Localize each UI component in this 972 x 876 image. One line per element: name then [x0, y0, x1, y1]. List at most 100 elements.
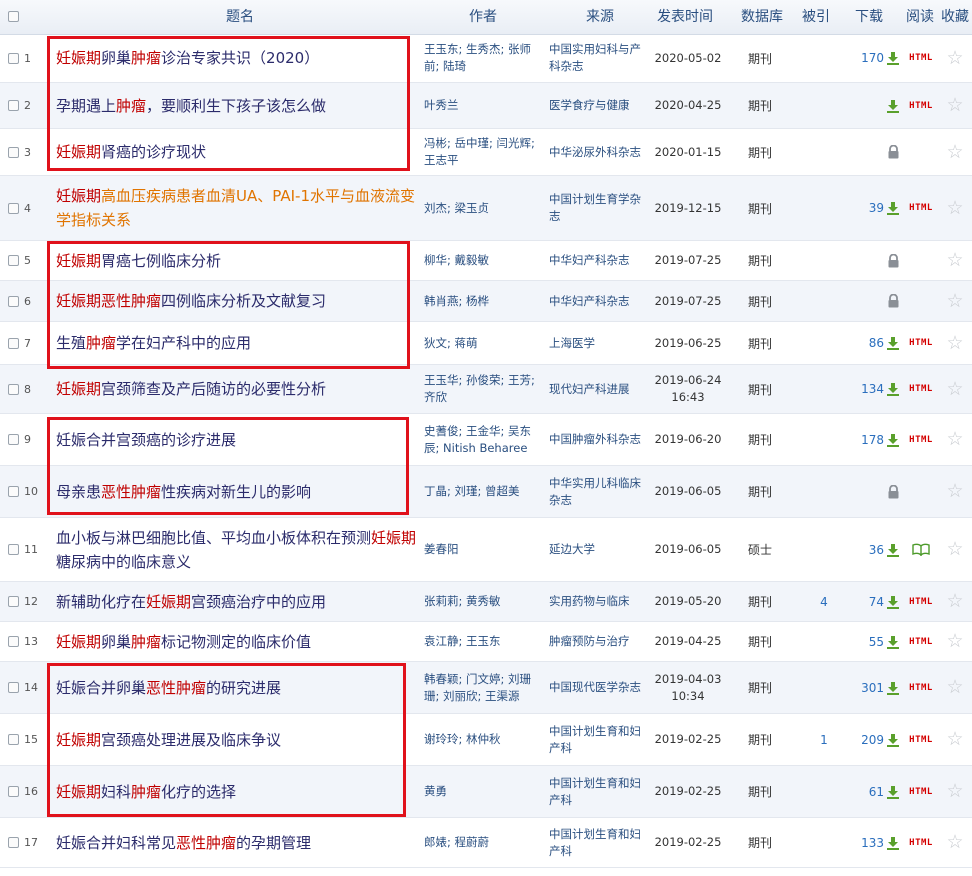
author-links[interactable]: 姜春阳: [424, 541, 459, 558]
row-checkbox[interactable]: [8, 596, 19, 607]
favorite-star-icon[interactable]: ☆: [946, 540, 963, 559]
article-title-link[interactable]: 妊娠期宫颈癌处理进展及临床争议: [56, 728, 281, 752]
html-read-link[interactable]: HTML: [909, 338, 933, 348]
html-read-link[interactable]: HTML: [909, 53, 933, 63]
favorite-star-icon[interactable]: ☆: [946, 730, 963, 749]
article-title-link[interactable]: 生殖肿瘤学在妇产科中的应用: [56, 331, 251, 355]
author-links[interactable]: 冯彬; 岳中瑾; 闫光辉; 王志平: [424, 135, 540, 169]
row-checkbox[interactable]: [8, 53, 19, 64]
header-date[interactable]: 发表时间: [648, 0, 722, 34]
cited-count[interactable]: 1: [820, 733, 828, 747]
book-read-icon[interactable]: [912, 543, 930, 556]
row-checkbox[interactable]: [8, 682, 19, 693]
row-checkbox[interactable]: [8, 384, 19, 395]
article-title-link[interactable]: 血小板与淋巴细胞比值、平均血小板体积在预测妊娠期糖尿病中的临床意义: [56, 526, 418, 574]
row-checkbox[interactable]: [8, 147, 19, 158]
row-checkbox[interactable]: [8, 734, 19, 745]
article-title-link[interactable]: 孕期遇上肿瘤，要顺利生下孩子该怎么做: [56, 94, 326, 118]
article-title-link[interactable]: 妊娠期宫颈筛查及产后随访的必要性分析: [56, 377, 326, 401]
row-checkbox[interactable]: [8, 338, 19, 349]
author-links[interactable]: 袁江静; 王玉东: [424, 633, 501, 650]
header-database[interactable]: 数据库: [734, 0, 790, 34]
row-checkbox[interactable]: [8, 203, 19, 214]
source-link[interactable]: 中华泌尿外科杂志: [549, 144, 641, 161]
header-download[interactable]: 下载: [849, 0, 889, 34]
favorite-star-icon[interactable]: ☆: [946, 592, 963, 611]
author-links[interactable]: 黄勇: [424, 783, 447, 800]
author-links[interactable]: 丁晶; 刘瑾; 曾超美: [424, 483, 520, 500]
download-icon[interactable]: [886, 785, 900, 799]
source-link[interactable]: 实用药物与临床: [549, 593, 630, 610]
author-links[interactable]: 刘杰; 梁玉贞: [424, 200, 489, 217]
html-read-link[interactable]: HTML: [909, 597, 933, 607]
article-title-link[interactable]: 妊娠合并宫颈癌的诊疗进展: [56, 428, 236, 452]
favorite-star-icon[interactable]: ☆: [946, 251, 963, 270]
row-checkbox[interactable]: [8, 786, 19, 797]
row-checkbox[interactable]: [8, 486, 19, 497]
header-cited[interactable]: 被引: [796, 0, 836, 34]
article-title-link[interactable]: 妊娠期妇科肿瘤化疗的选择: [56, 780, 236, 804]
download-icon[interactable]: [886, 681, 900, 695]
author-links[interactable]: 谢玲玲; 林仲秋: [424, 731, 501, 748]
author-links[interactable]: 狄文; 蒋萌: [424, 335, 478, 352]
favorite-star-icon[interactable]: ☆: [946, 96, 963, 115]
download-icon[interactable]: [886, 382, 900, 396]
favorite-star-icon[interactable]: ☆: [946, 482, 963, 501]
source-link[interactable]: 肿瘤预防与治疗: [549, 633, 630, 650]
author-links[interactable]: 叶秀兰: [424, 97, 459, 114]
author-links[interactable]: 史蓍俊; 王金华; 吴东辰; Nitish Beharee: [424, 423, 540, 457]
favorite-star-icon[interactable]: ☆: [946, 632, 963, 651]
row-checkbox[interactable]: [8, 636, 19, 647]
favorite-star-icon[interactable]: ☆: [946, 142, 963, 162]
article-title-link[interactable]: 妊娠合并卵巢恶性肿瘤的研究进展: [56, 676, 281, 700]
favorite-star-icon[interactable]: ☆: [946, 333, 963, 353]
article-title-link[interactable]: 新辅助化疗在妊娠期宫颈癌治疗中的应用: [56, 590, 326, 614]
favorite-star-icon[interactable]: ☆: [946, 291, 963, 311]
html-read-link[interactable]: HTML: [909, 435, 933, 445]
author-links[interactable]: 柳华; 戴毅敏: [424, 252, 489, 269]
download-icon[interactable]: [886, 99, 900, 113]
row-checkbox[interactable]: [8, 434, 19, 445]
article-title-link[interactable]: 妊娠期肾癌的诊疗现状: [56, 140, 206, 164]
article-title-link[interactable]: 妊娠期卵巢肿瘤标记物测定的临床价值: [56, 630, 311, 654]
favorite-star-icon[interactable]: ☆: [946, 430, 963, 449]
article-title-link[interactable]: 妊娠期卵巢肿瘤诊治专家共识（2020）: [56, 46, 319, 70]
source-link[interactable]: 中华妇产科杂志: [549, 293, 630, 310]
download-icon[interactable]: [886, 543, 900, 557]
favorite-star-icon[interactable]: ☆: [946, 678, 963, 697]
article-title-link[interactable]: 妊娠期恶性肿瘤四例临床分析及文献复习: [56, 289, 326, 313]
header-title[interactable]: 题名: [190, 0, 290, 34]
html-read-link[interactable]: HTML: [909, 203, 933, 213]
html-read-link[interactable]: HTML: [909, 101, 933, 111]
html-read-link[interactable]: HTML: [909, 735, 933, 745]
article-title-link[interactable]: 妊娠期胃癌七例临床分析: [56, 249, 221, 273]
download-icon[interactable]: [886, 201, 900, 215]
article-title-link[interactable]: 妊娠合并妇科常见恶性肿瘤的孕期管理: [56, 831, 311, 855]
source-link[interactable]: 中华妇产科杂志: [549, 252, 630, 269]
author-links[interactable]: 王玉华; 孙俊荣; 王芳; 齐欣: [424, 372, 540, 406]
source-link[interactable]: 中国计划生育和妇产科: [549, 826, 641, 860]
select-all-checkbox[interactable]: [8, 11, 19, 22]
source-link[interactable]: 医学食疗与健康: [549, 97, 630, 114]
source-link[interactable]: 现代妇产科进展: [549, 381, 630, 398]
html-read-link[interactable]: HTML: [909, 683, 933, 693]
author-links[interactable]: 郎婊; 程蔚蔚: [424, 834, 489, 851]
html-read-link[interactable]: HTML: [909, 787, 933, 797]
html-read-link[interactable]: HTML: [909, 384, 933, 394]
author-links[interactable]: 王玉东; 生秀杰; 张师前; 陆琦: [424, 41, 540, 75]
favorite-star-icon[interactable]: ☆: [946, 48, 963, 68]
favorite-star-icon[interactable]: ☆: [946, 198, 963, 218]
html-read-link[interactable]: HTML: [909, 637, 933, 647]
source-link[interactable]: 上海医学: [549, 335, 595, 352]
row-checkbox[interactable]: [8, 544, 19, 555]
source-link[interactable]: 中国计划生育学杂志: [549, 191, 641, 225]
source-link[interactable]: 中国计划生育和妇产科: [549, 723, 641, 757]
favorite-star-icon[interactable]: ☆: [946, 379, 963, 399]
download-icon[interactable]: [886, 836, 900, 850]
download-icon[interactable]: [886, 51, 900, 65]
author-links[interactable]: 韩春颖; 门文婷; 刘珊珊; 刘丽欣; 王渠源: [424, 671, 540, 705]
html-read-link[interactable]: HTML: [909, 838, 933, 848]
favorite-star-icon[interactable]: ☆: [946, 782, 963, 801]
source-link[interactable]: 中华实用儿科临床杂志: [549, 475, 641, 509]
download-icon[interactable]: [886, 433, 900, 447]
